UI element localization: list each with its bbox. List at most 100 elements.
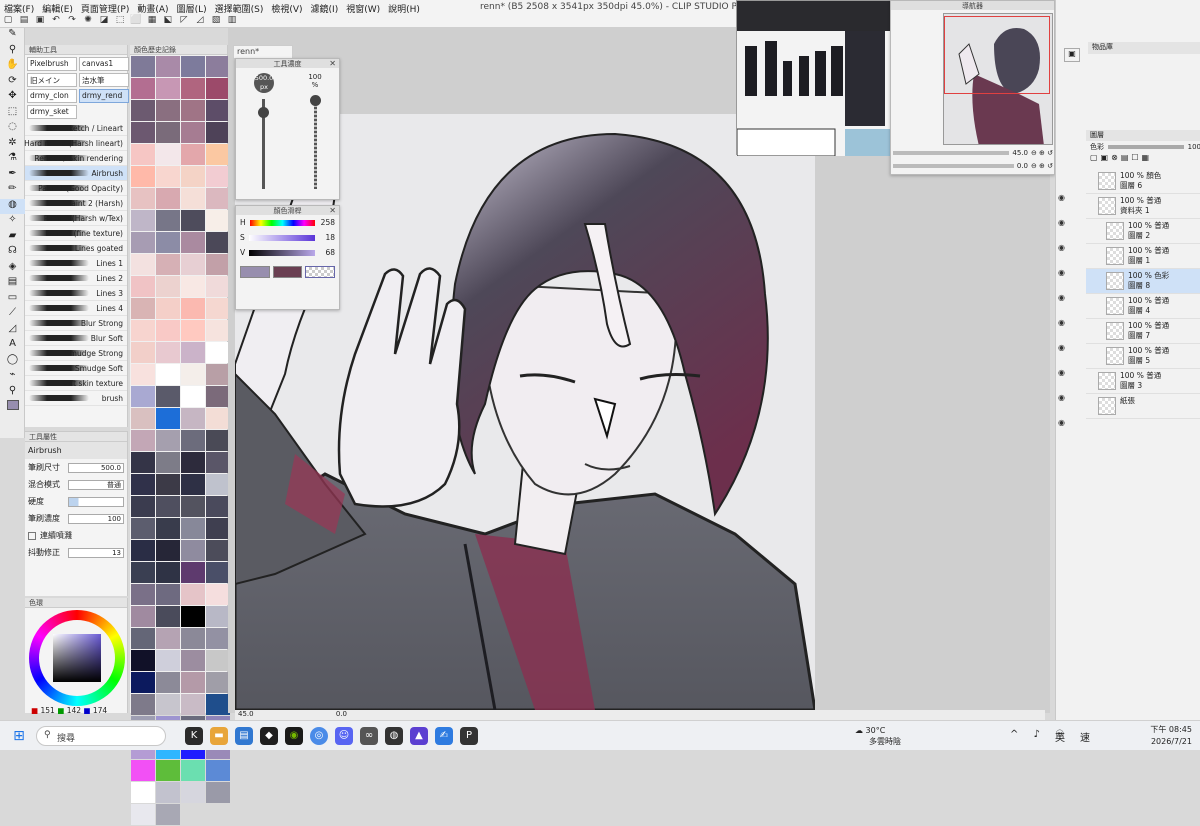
blend-mode-row[interactable]: 混合模式 普通 <box>25 476 127 493</box>
hardness-slider[interactable] <box>68 496 124 507</box>
eye-icon[interactable]: ◉ <box>1058 410 1070 435</box>
color-swatch[interactable] <box>131 496 155 517</box>
color-swatch[interactable] <box>181 518 205 539</box>
color-swatch[interactable] <box>131 694 155 715</box>
hardness-row[interactable]: 硬度 <box>25 493 127 510</box>
subtool-tab[interactable]: canvas1 <box>79 57 129 71</box>
brush-item[interactable]: Sketch / Lineart <box>25 121 127 136</box>
brush-item[interactable]: soft skin texture <box>25 376 127 391</box>
color-swatch[interactable] <box>181 166 205 187</box>
color-swatch[interactable] <box>181 298 205 319</box>
color-swatch[interactable] <box>181 496 205 517</box>
zoom-tool-icon[interactable]: ⚲ <box>0 44 25 60</box>
frame-tool-icon[interactable]: ◿ <box>0 323 25 339</box>
subtool-tab[interactable]: Pixelbrush <box>27 57 77 71</box>
object-icon[interactable]: ▣ <box>1064 48 1080 62</box>
color-swatch[interactable] <box>156 364 180 385</box>
magic-wand-icon[interactable]: ✲ <box>0 137 25 153</box>
balloon-tool-icon[interactable]: ◯ <box>0 354 25 370</box>
brush-item[interactable]: Lines goated <box>25 241 127 256</box>
brush-item[interactable]: Paint 1 (Good Opacity) <box>25 181 127 196</box>
color-swatch[interactable] <box>131 100 155 121</box>
color-swatch[interactable] <box>131 562 155 583</box>
select-tool-icon[interactable]: ⬚ <box>0 106 25 122</box>
color-swatch[interactable] <box>181 100 205 121</box>
ime-lang[interactable]: 英 <box>1055 729 1065 744</box>
color-swatch[interactable] <box>181 584 205 605</box>
lasso-tool-icon[interactable]: ◌ <box>0 121 25 137</box>
color-swatch[interactable] <box>156 628 180 649</box>
fill-tool-icon[interactable]: ◈ <box>0 261 25 277</box>
color-swatch[interactable] <box>156 298 180 319</box>
clip-studio-icon[interactable]: ✍ <box>435 727 453 745</box>
hue-row[interactable]: H 258 <box>236 215 339 230</box>
color-swatch[interactable] <box>181 452 205 473</box>
brush-size-field[interactable]: 500.0 <box>68 462 124 473</box>
continuous-row[interactable]: 連續噴濺 <box>25 527 127 544</box>
color-swatch[interactable] <box>181 276 205 297</box>
pen-tool-icon[interactable]: ✒ <box>0 168 25 184</box>
close-icon[interactable]: ✕ <box>329 59 336 68</box>
text-tool-icon[interactable]: A <box>0 338 25 354</box>
nvidia-icon[interactable]: ◉ <box>285 727 303 745</box>
navigator-zoom-row[interactable]: 45.0 ⊖ ⊕ ↺ <box>893 149 1053 157</box>
color-swatch[interactable] <box>131 452 155 473</box>
color-swatch[interactable] <box>131 320 155 341</box>
color-swatch[interactable] <box>131 78 155 99</box>
color-swatch[interactable] <box>156 254 180 275</box>
density-slider[interactable] <box>314 99 317 189</box>
saturation-row[interactable]: S 18 <box>236 230 339 245</box>
color-swatch[interactable] <box>181 672 205 693</box>
color-swatch[interactable] <box>181 342 205 363</box>
brush-item[interactable]: Smudge Soft <box>25 361 127 376</box>
color-swatch[interactable] <box>131 430 155 451</box>
color-swatch[interactable] <box>156 672 180 693</box>
status-angle[interactable]: 0.0 <box>336 710 347 718</box>
color-swatch[interactable] <box>156 694 180 715</box>
subtool-tab[interactable]: drmy_clon <box>27 89 77 103</box>
color-swatch[interactable] <box>206 364 230 385</box>
eye-icon[interactable]: ◉ <box>1058 310 1070 335</box>
brush-item[interactable]: Lines 4 <box>25 301 127 316</box>
color-swatch[interactable] <box>206 782 230 803</box>
eye-icon[interactable]: ◉ <box>1058 185 1070 210</box>
color-swatch[interactable] <box>181 144 205 165</box>
redo-icon[interactable]: ↷ <box>65 15 79 27</box>
app-icon-1[interactable]: K <box>185 727 203 745</box>
color-swatch[interactable] <box>181 628 205 649</box>
close-icon[interactable]: ✕ <box>329 206 336 215</box>
color-swatch[interactable] <box>181 540 205 561</box>
chrome-icon[interactable]: ◎ <box>310 727 328 745</box>
open-icon[interactable]: ▤ <box>17 15 31 27</box>
color-swatch[interactable] <box>156 166 180 187</box>
navigator-thumbnail[interactable] <box>943 13 1053 145</box>
color-swatch[interactable] <box>181 562 205 583</box>
layer-toolbar[interactable]: ▢▣⊗▤☐▦ <box>1086 153 1200 169</box>
color-swatch[interactable] <box>131 408 155 429</box>
transform-icon[interactable]: ⬚ <box>113 15 127 27</box>
color-swatch[interactable] <box>131 342 155 363</box>
color-swatch[interactable] <box>131 276 155 297</box>
color-swatch[interactable] <box>156 386 180 407</box>
layer-blend-row[interactable]: 色彩 100 <box>1086 141 1200 153</box>
layer-row[interactable]: 100 % 普通 圖層 1 <box>1086 244 1200 269</box>
epic-icon[interactable]: ◆ <box>260 727 278 745</box>
color-swatch[interactable] <box>206 210 230 231</box>
color-swatch[interactable] <box>181 56 205 77</box>
color-swatch[interactable] <box>206 584 230 605</box>
brush-size-thumb[interactable] <box>258 107 269 118</box>
color-swatch[interactable] <box>206 474 230 495</box>
saturation-value[interactable]: 18 <box>319 233 335 242</box>
color-swatch[interactable] <box>206 672 230 693</box>
blend-mode-select[interactable]: 普通 <box>68 479 124 490</box>
color-swatch[interactable] <box>156 452 180 473</box>
artwork-canvas[interactable] <box>235 114 815 710</box>
color-swatch[interactable] <box>181 232 205 253</box>
navigator-viewport[interactable] <box>944 16 1050 94</box>
brush-tool-icon[interactable]: ✎ <box>0 28 25 44</box>
color-swatch[interactable] <box>156 320 180 341</box>
color-swatch[interactable] <box>181 760 205 781</box>
brush-item[interactable]: Smudge Strong <box>25 346 127 361</box>
pencil-tool-icon[interactable]: ✏ <box>0 183 25 199</box>
color-swatch[interactable] <box>206 496 230 517</box>
